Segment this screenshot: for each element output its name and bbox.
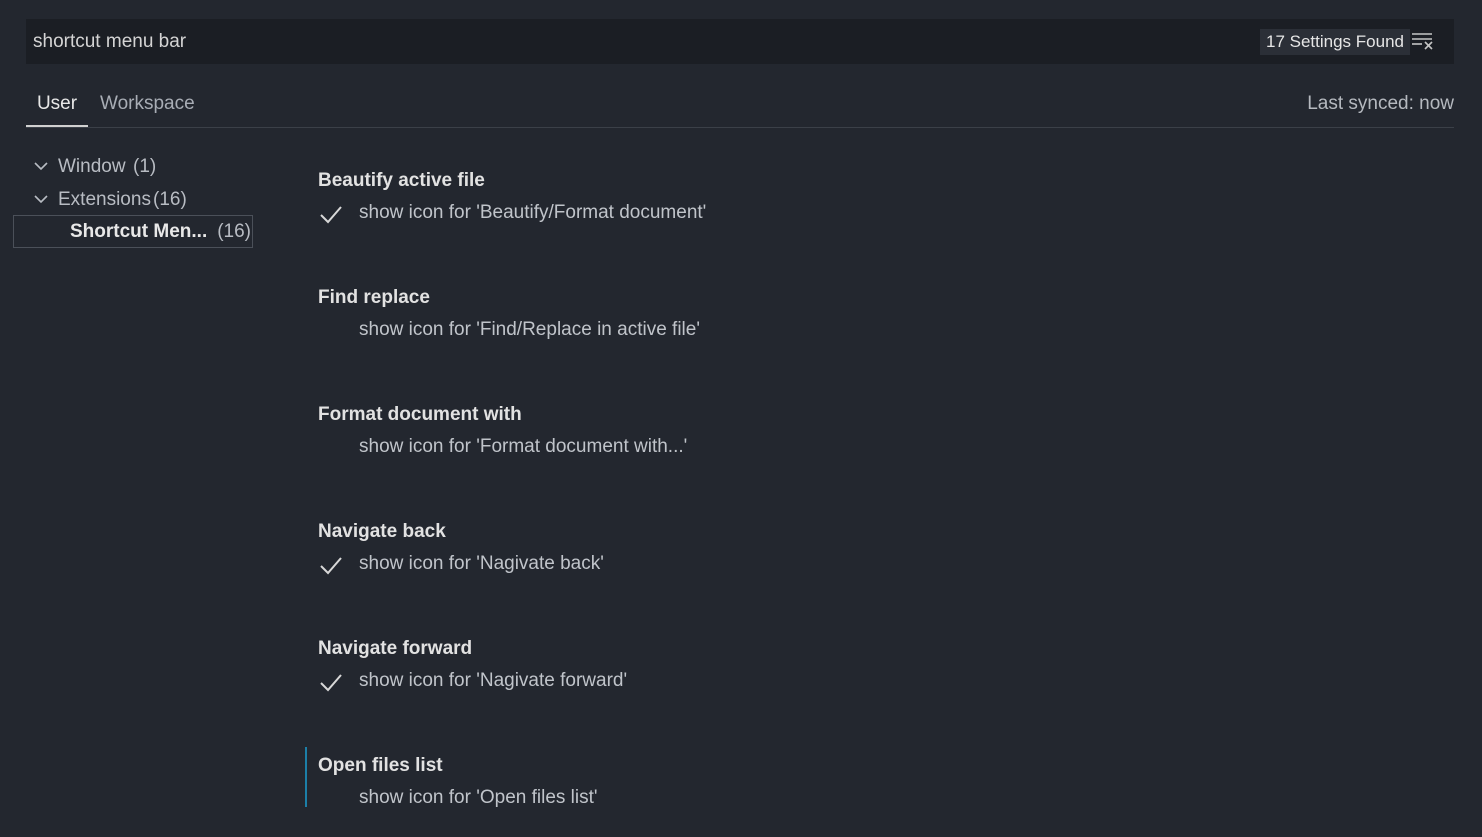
toc-item-label: Extensions: [58, 189, 151, 210]
setting-find-replace: Find replace show icon for 'Find/Replace…: [305, 287, 1425, 349]
toc-item-count: (16): [217, 221, 251, 242]
toc-item-label: Window: [58, 156, 126, 177]
tab-workspace[interactable]: Workspace: [100, 82, 195, 127]
results-count-badge: 17 Settings Found: [1260, 29, 1410, 55]
settings-editor: 17 Settings Found User Workspace Last sy…: [0, 0, 1482, 837]
setting-title: Find replace: [318, 287, 430, 308]
checkbox-checked-icon[interactable]: [318, 670, 344, 696]
setting-navigate-back: Navigate back show icon for 'Nagivate ba…: [305, 521, 1425, 583]
setting-title: Format document with: [318, 404, 522, 425]
setting-description[interactable]: show icon for 'Beautify/Format document': [359, 202, 706, 224]
setting-title: Navigate forward: [318, 638, 473, 659]
checkbox-unchecked[interactable]: [318, 436, 344, 462]
focus-indicator: [305, 747, 307, 807]
checkbox-checked-icon[interactable]: [318, 553, 344, 579]
settings-search-input[interactable]: [33, 19, 1233, 64]
setting-title: Navigate back: [318, 521, 446, 542]
chevron-down-icon: [34, 195, 48, 204]
setting-navigate-forward: Navigate forward show icon for 'Nagivate…: [305, 638, 1425, 700]
setting-title: Open files list: [318, 755, 443, 776]
toc-item-count: (16): [153, 189, 187, 210]
setting-format-document-with: Format document with show icon for 'Form…: [305, 404, 1425, 466]
setting-description[interactable]: show icon for 'Nagivate forward': [359, 670, 627, 692]
setting-description[interactable]: show icon for 'Open files list': [359, 787, 598, 809]
toc-item-count: (1): [133, 156, 157, 177]
setting-description[interactable]: show icon for 'Nagivate back': [359, 553, 604, 575]
setting-description[interactable]: show icon for 'Find/Replace in active fi…: [359, 319, 700, 341]
last-synced-status: Last synced: now: [1307, 93, 1454, 114]
checkbox-unchecked[interactable]: [318, 787, 344, 813]
clear-filter-icon[interactable]: [1410, 30, 1436, 52]
search-bar: 17 Settings Found: [26, 19, 1454, 64]
checkbox-unchecked[interactable]: [318, 319, 344, 345]
tab-user[interactable]: User: [26, 82, 88, 127]
toc-item-label: Shortcut Men...: [70, 221, 208, 242]
checkbox-checked-icon[interactable]: [318, 202, 344, 228]
settings-scope-tabs: User Workspace Last synced: now: [26, 82, 1454, 128]
setting-description[interactable]: show icon for 'Format document with...': [359, 436, 687, 458]
toc-item-shortcut-menu-bar[interactable]: Shortcut Men... (16): [13, 215, 253, 248]
setting-beautify-active-file: Beautify active file show icon for 'Beau…: [305, 170, 1425, 232]
setting-open-files-list: Open files list show icon for 'Open file…: [305, 747, 1425, 817]
chevron-down-icon: [34, 162, 48, 171]
setting-title: Beautify active file: [318, 170, 485, 191]
